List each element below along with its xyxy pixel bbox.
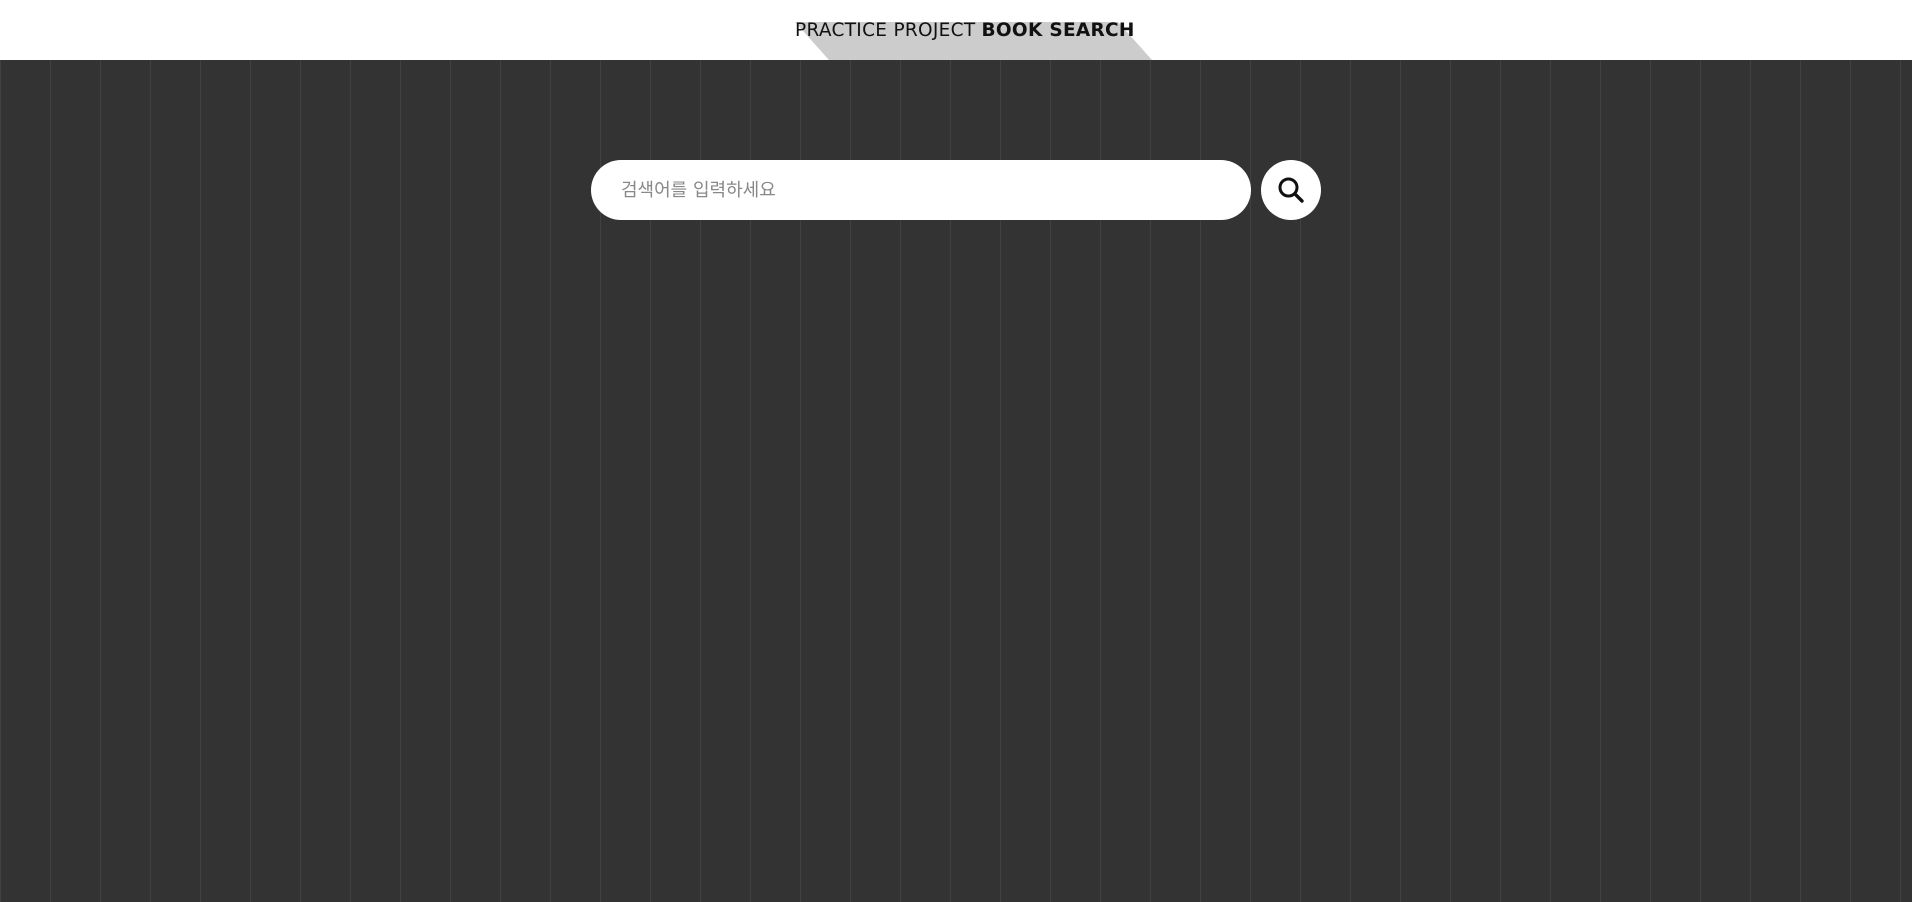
search-icon (1276, 175, 1306, 205)
search-form (591, 160, 1321, 220)
page-title: PRACTICE PROJECT BOOK SEARCH (795, 18, 1135, 44)
search-input[interactable] (591, 160, 1251, 220)
main-content (0, 60, 1912, 902)
header: PRACTICE PROJECT BOOK SEARCH (0, 0, 1912, 60)
title-prefix: PRACTICE PROJECT (795, 20, 976, 41)
title-main: BOOK SEARCH (981, 20, 1135, 41)
search-button[interactable] (1261, 160, 1321, 220)
page: PRACTICE PROJECT BOOK SEARCH (0, 0, 1912, 902)
